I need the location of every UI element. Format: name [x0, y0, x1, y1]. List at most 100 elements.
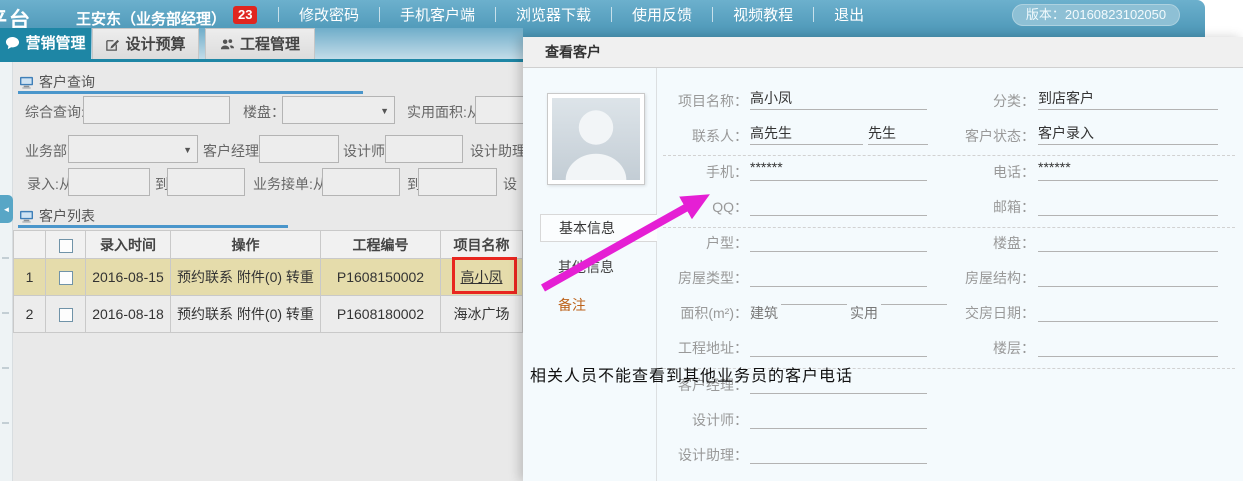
value-designer — [750, 407, 927, 429]
menu-divider — [813, 7, 814, 22]
row-actions[interactable]: 预约联系 附件(0) 转重 — [171, 296, 321, 333]
monitor-icon — [19, 210, 34, 223]
side-tab-basic-info[interactable]: 基本信息 — [540, 214, 657, 242]
field-label-order-from: 业务接单:从 — [253, 174, 327, 194]
entry-to-input[interactable] — [167, 168, 245, 196]
field-label-estate: 楼盘： — [243, 102, 285, 122]
designer-input[interactable] — [385, 135, 463, 163]
menu-change-password[interactable]: 修改密码 — [295, 4, 363, 25]
value-unit-type — [750, 230, 927, 252]
tab-design-budget[interactable]: 设计预算 — [92, 28, 199, 59]
label-mobile: 手机： — [613, 162, 748, 182]
col-entry-date: 录入时间 — [86, 231, 171, 259]
dashed-separator — [663, 227, 1235, 228]
label-address: 工程地址： — [613, 338, 748, 358]
strip-dash — [2, 422, 9, 424]
tab-marketing[interactable]: 营销管理 — [0, 28, 91, 59]
label-category: 分类： — [911, 91, 1035, 111]
table-header-row: 录入时间 操作 工程编号 项目名称 — [14, 231, 523, 259]
tab-label: 工程管理 — [240, 29, 300, 60]
value-qq — [750, 194, 927, 216]
order-to-input[interactable] — [418, 168, 497, 196]
menu-logout[interactable]: 退出 — [830, 4, 868, 25]
row-index: 1 — [14, 259, 46, 296]
version-badge: 版本：20160823102050 — [1012, 4, 1180, 26]
row-entry-date: 2016-08-15 — [86, 259, 171, 296]
tab-project-management[interactable]: 工程管理 — [205, 28, 315, 59]
label-email: 邮箱： — [911, 197, 1035, 217]
section-underline — [18, 91, 363, 94]
top-menu: 修改密码 手机客户端 浏览器下载 使用反馈 视频教程 退出 — [262, 0, 868, 28]
order-from-input[interactable] — [322, 168, 400, 196]
sidebar-edge-strip: ◄ — [0, 62, 13, 481]
strip-dash — [2, 257, 9, 259]
field-label-clipped: 设 — [503, 174, 517, 194]
menu-browser-download[interactable]: 浏览器下载 — [512, 4, 595, 25]
menu-divider — [278, 7, 279, 22]
monitor-icon — [19, 76, 34, 89]
collapse-panel-handle[interactable]: ◄ — [0, 195, 13, 223]
customer-table: 录入时间 操作 工程编号 项目名称 1 2016-08-15 预约联系 附件(0… — [13, 230, 523, 333]
entry-from-input[interactable] — [68, 168, 150, 196]
section-title: 客户查询 — [39, 72, 95, 92]
menu-feedback[interactable]: 使用反馈 — [628, 4, 696, 25]
chevron-down-icon: ▼ — [380, 106, 389, 116]
label-delivery-date: 交房日期： — [911, 303, 1035, 323]
menu-mobile-client[interactable]: 手机客户端 — [396, 4, 479, 25]
row-project-no: P1608150002 — [321, 259, 441, 296]
label-design-assistant: 设计助理： — [613, 445, 748, 465]
col-index — [14, 231, 46, 259]
section-header-query: 客户查询 — [19, 72, 95, 92]
value-address — [750, 335, 927, 357]
field-label-entry-from: 录入:从 — [27, 174, 73, 194]
estate-select[interactable]: ▼ — [282, 96, 395, 124]
field-label-usable-area-from: 实用面积:从 — [407, 102, 481, 122]
label-status: 客户状态： — [911, 126, 1035, 146]
label-floor: 楼层： — [911, 338, 1035, 358]
value-estate — [1038, 230, 1218, 252]
field-label-combined-query: 综合查询: — [25, 102, 85, 122]
value-project-name: 高小凤 — [750, 88, 927, 110]
dashed-separator — [663, 155, 1235, 156]
value-area-usable — [881, 283, 947, 305]
dialog-title: 查看客户 — [523, 37, 1243, 68]
field-label-department: 业务部: — [25, 141, 71, 161]
label-area: 面积(m²)： — [613, 303, 748, 323]
module-tab-strip: 营销管理 设计预算 工程管理 — [0, 28, 523, 62]
combined-query-input[interactable] — [83, 96, 230, 124]
value-category: 到店客户 — [1038, 88, 1218, 110]
table-row[interactable]: 2 2016-08-18 预约联系 附件(0) 转重 P1608180002 海… — [14, 296, 523, 333]
department-select[interactable]: ▼ — [68, 135, 198, 163]
value-mobile-masked: ****** — [750, 159, 927, 181]
account-manager-input[interactable] — [259, 135, 339, 163]
side-tab-remarks[interactable]: 备注 — [558, 295, 586, 315]
menu-divider — [611, 7, 612, 22]
annotation-text: 相关人员不能查看到其他业务员的客户电话 — [530, 362, 853, 386]
side-tab-other-info[interactable]: 其他信息 — [558, 257, 614, 277]
usable-area-from-input[interactable] — [475, 96, 523, 124]
value-area-built — [781, 283, 847, 305]
table-row[interactable]: 1 2016-08-15 预约联系 附件(0) 转重 P1608150002 高… — [14, 259, 523, 296]
value-status: 客户录入 — [1038, 123, 1218, 145]
select-all-checkbox[interactable] — [59, 239, 73, 253]
value-structure — [1038, 265, 1218, 287]
current-user[interactable]: 王安东（业务部经理） — [76, 8, 226, 29]
row-checkbox[interactable] — [59, 271, 73, 285]
notification-badge[interactable]: 23 — [233, 6, 257, 24]
row-project-no: P1608180002 — [321, 296, 441, 333]
row-checkbox[interactable] — [59, 308, 73, 322]
row-actions[interactable]: 预约联系 附件(0) 转重 — [171, 259, 321, 296]
chat-icon — [5, 36, 20, 51]
dialog-divider — [656, 68, 657, 481]
field-label-account-manager: 客户经理: — [203, 141, 263, 161]
value-contact: 高先生 — [750, 123, 863, 145]
menu-video-tutorial[interactable]: 视频教程 — [729, 4, 797, 25]
project-name-link[interactable]: 高小凤 — [461, 269, 503, 285]
view-customer-dialog: 查看客户 基本信息 其他信息 备注 项目名称： 高小凤 分类： 到店客户 联系人… — [523, 37, 1243, 481]
edit-icon — [105, 37, 120, 52]
value-design-assistant — [750, 442, 927, 464]
label-project-name: 项目名称： — [613, 91, 748, 111]
tab-label: 设计预算 — [125, 29, 185, 60]
field-label-designer: 设计师: — [343, 141, 389, 161]
value-phone-masked: ****** — [1038, 159, 1218, 181]
